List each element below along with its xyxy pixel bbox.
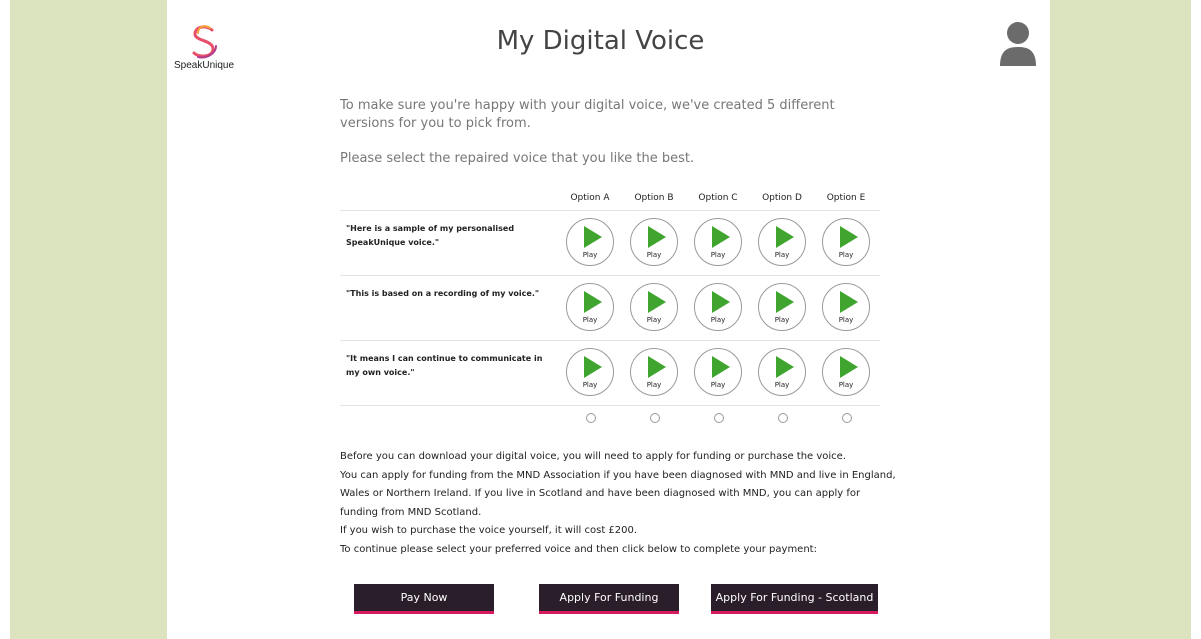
play-label: Play [838,381,854,389]
option-c-header: Option C [698,193,738,203]
play-icon [584,291,602,313]
play-icon [712,226,730,248]
play-icon [712,291,730,313]
play-label: Play [646,381,662,389]
play-label: Play [582,251,598,259]
info-line: You can apply for funding from the MND A… [340,469,896,518]
voice-options-table: Option A Option B Option C Option D Opti… [340,186,880,432]
play-button-option-d[interactable]: Play [758,218,806,266]
play-icon [712,356,730,378]
select-option-a-radio[interactable] [586,413,596,423]
selection-instruction: Please select the repaired voice that yo… [340,151,695,166]
info-line: If you wish to purchase the voice yourse… [340,525,638,537]
pay-now-button[interactable]: Pay Now [354,584,494,614]
select-option-c-radio[interactable] [714,413,724,423]
phrase-row: "Here is a sample of my personalised Spe… [340,211,880,276]
play-icon [776,356,794,378]
play-icon [840,291,858,313]
voice-selection-row [340,406,880,432]
play-label: Play [582,316,598,324]
play-button-option-b[interactable]: Play [630,348,678,396]
play-icon [776,291,794,313]
play-label: Play [838,316,854,324]
play-button-option-e[interactable]: Play [822,348,870,396]
play-label: Play [710,316,726,324]
play-label: Play [838,251,854,259]
play-label: Play [582,381,598,389]
play-icon [840,226,858,248]
play-icon [776,226,794,248]
play-button-option-a[interactable]: Play [566,283,614,331]
play-icon [648,291,666,313]
play-button-option-e[interactable]: Play [822,218,870,266]
info-line: Before you can download your digital voi… [340,451,847,462]
play-button-option-d[interactable]: Play [758,348,806,396]
play-button-option-c[interactable]: Play [694,283,742,331]
select-option-e-radio[interactable] [842,413,852,423]
play-icon [584,226,602,248]
phrase-text: "Here is a sample of my personalised Spe… [346,224,515,247]
play-label: Play [774,251,790,259]
funding-info: Before you can download your digital voi… [340,448,900,560]
intro-text: To make sure you're happy with your digi… [340,98,835,131]
option-d-header: Option D [762,193,802,203]
option-e-header: Option E [826,193,866,203]
select-option-d-radio[interactable] [778,413,788,423]
left-edge-strip [0,0,10,639]
play-icon [648,356,666,378]
play-button-option-a[interactable]: Play [566,348,614,396]
play-label: Play [646,316,662,324]
play-label: Play [710,381,726,389]
info-line: To continue please select your preferred… [340,543,817,555]
play-button-option-c[interactable]: Play [694,218,742,266]
right-edge-strip [1191,0,1201,639]
option-a-header: Option A [570,193,610,203]
play-button-option-b[interactable]: Play [630,283,678,331]
play-button-option-b[interactable]: Play [630,218,678,266]
right-margin-panel [1050,0,1201,639]
play-button-option-c[interactable]: Play [694,348,742,396]
play-label: Play [710,251,726,259]
option-b-header: Option B [634,193,674,203]
left-margin-panel [0,0,167,639]
apply-for-funding-scotland-button[interactable]: Apply For Funding - Scotland [711,584,878,614]
options-header-row: Option A Option B Option C Option D Opti… [340,186,880,211]
play-button-option-d[interactable]: Play [758,283,806,331]
play-button-option-e[interactable]: Play [822,283,870,331]
play-label: Play [646,251,662,259]
user-avatar-icon[interactable] [998,20,1038,68]
phrase-text: "It means I can continue to communicate … [346,354,543,377]
phrase-row: "This is based on a recording of my voic… [340,276,880,341]
apply-for-funding-button[interactable]: Apply For Funding [539,584,679,614]
select-option-b-radio[interactable] [650,413,660,423]
play-icon [648,226,666,248]
play-icon [584,356,602,378]
play-label: Play [774,381,790,389]
play-icon [840,356,858,378]
phrase-text: "This is based on a recording of my voic… [346,289,540,298]
logo-text: SpeakUnique [174,60,235,71]
play-button-option-a[interactable]: Play [566,218,614,266]
play-label: Play [774,316,790,324]
phrase-row: "It means I can continue to communicate … [340,341,880,406]
